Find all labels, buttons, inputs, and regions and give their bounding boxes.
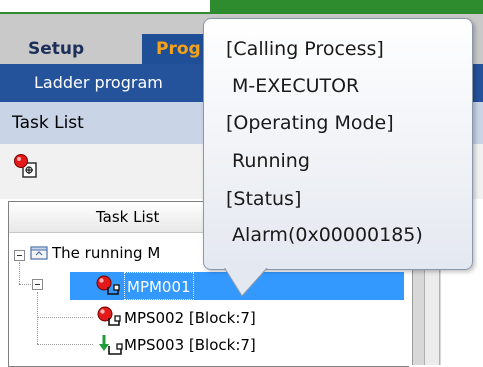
tooltip-value-calling-process: M-EXECUTOR — [226, 75, 360, 97]
column-header-label: Task List — [96, 208, 160, 226]
window-top-field — [0, 0, 210, 14]
task-label-mps003[interactable]: MPS003 [Block:7] — [124, 333, 256, 357]
task-label-mps002[interactable]: MPS002 [Block:7] — [124, 306, 256, 330]
tab-setup[interactable]: Setup — [0, 34, 142, 64]
tooltip-heading-operating-mode: [Operating Mode] — [226, 112, 394, 134]
collapse-root-toggle[interactable] — [14, 250, 25, 261]
collapse-task-toggle[interactable] — [32, 279, 43, 290]
tooltip-heading-calling-process: [Calling Process] — [226, 38, 384, 60]
tree-connector — [19, 262, 20, 284]
red-circle-task-icon — [90, 274, 122, 298]
tree-connector — [37, 292, 38, 344]
tooltip-value-status: Alarm(0x00000185) — [226, 224, 423, 246]
task-list-panel-title: Task List — [12, 113, 84, 133]
red-circle-task-icon — [94, 305, 126, 329]
task-label-mpm001[interactable]: MPM001 — [124, 272, 194, 300]
task-settings-icon[interactable] — [14, 154, 40, 180]
tooltip-heading-status: [Status] — [226, 188, 302, 210]
tooltip-value-operating-mode: Running — [226, 150, 310, 172]
tooltip-pointer — [223, 264, 271, 297]
tree-connector — [19, 284, 31, 285]
folder-icon — [30, 245, 48, 261]
tree-connector — [37, 344, 93, 345]
tree-connector — [37, 317, 93, 318]
submenu-item-ladder-program[interactable]: Ladder program — [34, 64, 163, 102]
tree-root-label[interactable]: The running M — [52, 243, 160, 263]
